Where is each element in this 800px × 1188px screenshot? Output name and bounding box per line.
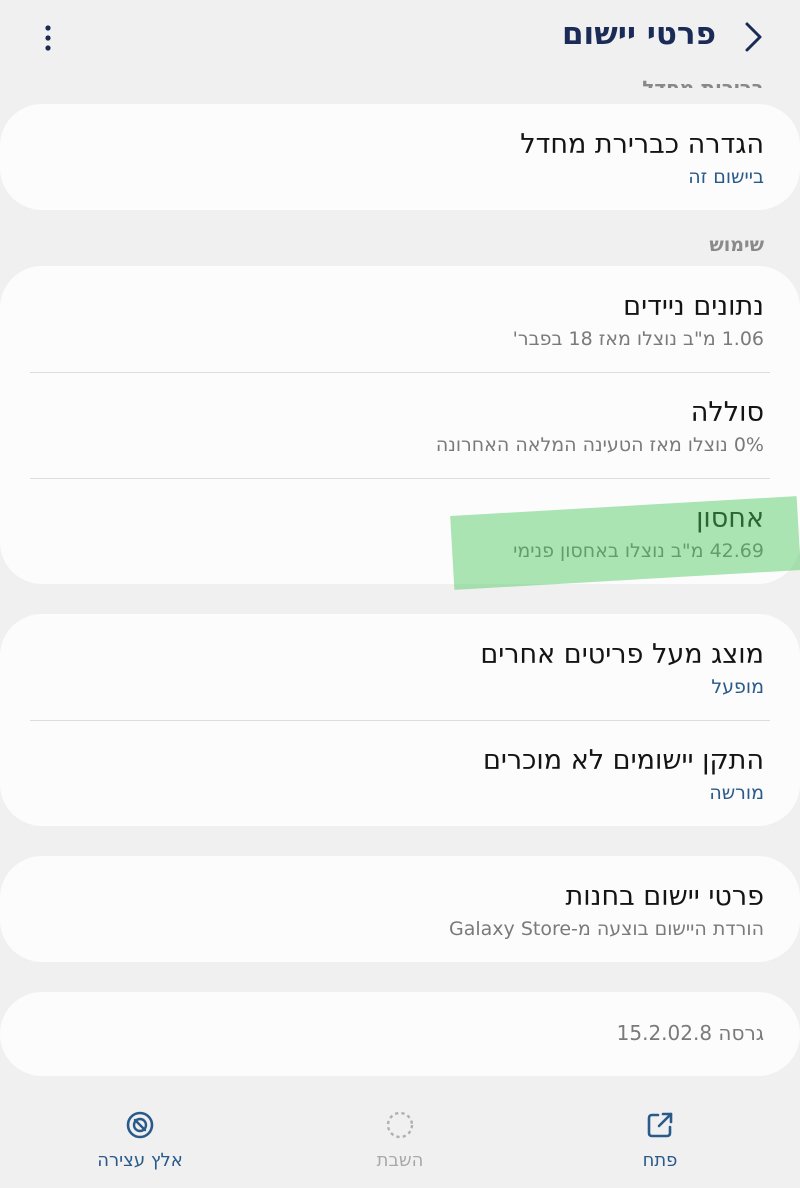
bottom-action-bar: פתח השבת אלץ עצירה bbox=[0, 1092, 800, 1188]
set-as-default-value: ביישום זה bbox=[688, 166, 764, 188]
divider bbox=[30, 478, 770, 479]
open-external-icon bbox=[647, 1112, 673, 1138]
section-header-usage: שימוש bbox=[709, 234, 764, 256]
store-details-summary: הורדת היישום בוצעה מ-Galaxy Store bbox=[449, 918, 764, 940]
battery-item[interactable]: סוללה 0% נוצלו מאז הטעינה המלאה האחרונה bbox=[30, 396, 764, 458]
permissions-card: מוצג מעל פריטים אחרים מופעל התקן יישומים… bbox=[0, 614, 800, 826]
defaults-card: הגדרה כברירת מחדל ביישום זה bbox=[0, 104, 800, 210]
more-options-icon[interactable] bbox=[30, 22, 66, 58]
set-as-default-item[interactable]: הגדרה כברירת מחדל ביישום זה bbox=[30, 128, 764, 190]
mobile-data-title: נתונים ניידים bbox=[623, 291, 764, 322]
force-stop-button[interactable]: אלץ עצירה bbox=[60, 1110, 220, 1171]
display-over-apps-title: מוצג מעל פריטים אחרים bbox=[480, 639, 764, 670]
disable-label: השבת bbox=[376, 1150, 424, 1171]
open-label: פתח bbox=[642, 1150, 678, 1171]
version-item: גרסה 15.2.02.8 bbox=[30, 1020, 764, 1046]
version-text: גרסה 15.2.02.8 bbox=[616, 1021, 764, 1045]
back-chevron-icon[interactable] bbox=[736, 20, 770, 54]
battery-title: סוללה bbox=[690, 397, 764, 428]
display-over-apps-value: מופעל bbox=[711, 676, 764, 698]
install-unknown-apps-item[interactable]: התקן יישומים לא מוכרים מורשה bbox=[30, 744, 764, 806]
set-as-default-title: הגדרה כברירת מחדל bbox=[520, 129, 764, 160]
force-stop-icon bbox=[126, 1111, 154, 1139]
section-header-defaults: ברירות מחדל bbox=[642, 76, 764, 88]
open-button[interactable]: פתח bbox=[580, 1110, 740, 1171]
battery-summary: 0% נוצלו מאז הטעינה המלאה האחרונה bbox=[435, 434, 764, 456]
mobile-data-summary: 1.06 מ"ב נוצלו מאז 18 בפבר' bbox=[512, 328, 764, 350]
store-details-item[interactable]: פרטי יישום בחנות הורדת היישום בוצעה מ-Ga… bbox=[30, 880, 764, 942]
disable-button[interactable]: השבת bbox=[320, 1110, 480, 1171]
force-stop-label: אלץ עצירה bbox=[97, 1150, 183, 1171]
store-details-title: פרטי יישום בחנות bbox=[565, 881, 764, 912]
app-bar: פרטי יישום bbox=[0, 0, 800, 78]
divider bbox=[30, 372, 770, 373]
divider bbox=[30, 720, 770, 721]
mobile-data-item[interactable]: נתונים ניידים 1.06 מ"ב נוצלו מאז 18 בפבר… bbox=[30, 290, 764, 352]
store-card: פרטי יישום בחנות הורדת היישום בוצעה מ-Ga… bbox=[0, 856, 800, 962]
disable-dashed-circle-icon bbox=[386, 1111, 414, 1139]
version-card: גרסה 15.2.02.8 bbox=[0, 992, 800, 1076]
install-unknown-apps-value: מורשה bbox=[709, 782, 764, 804]
install-unknown-apps-title: התקן יישומים לא מוכרים bbox=[482, 745, 764, 776]
display-over-apps-item[interactable]: מוצג מעל פריטים אחרים מופעל bbox=[30, 638, 764, 700]
page-title: פרטי יישום bbox=[561, 16, 716, 52]
